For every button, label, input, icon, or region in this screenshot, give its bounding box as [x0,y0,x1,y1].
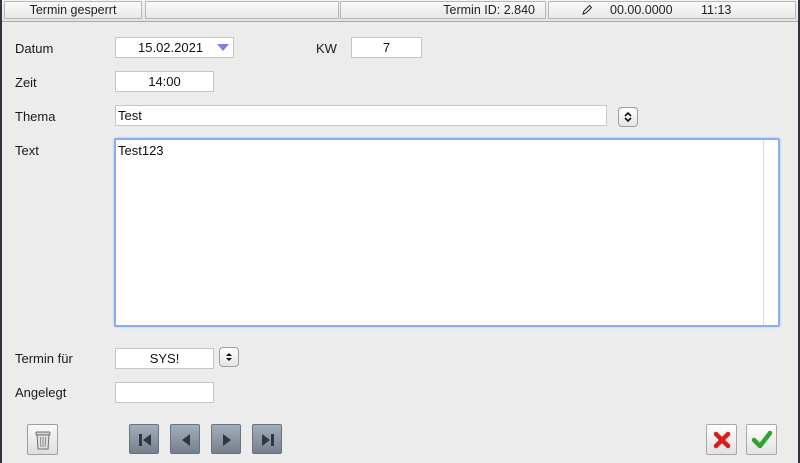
previous-icon [182,434,190,446]
next-record-button[interactable] [211,424,241,454]
status-bar: Termin gesperrt Termin ID: 2.840 00.00.0… [2,0,798,22]
status-appointment-id: Termin ID: 2.840 [340,1,546,19]
datum-label: Datum [15,41,54,56]
window-edge-left [0,0,2,463]
up-down-arrows-icon [624,111,632,123]
skip-first-icon [139,434,151,446]
thema-field[interactable]: Test [115,105,607,126]
thema-stepper[interactable] [618,107,638,127]
up-down-arrows-icon [226,353,232,361]
green-check-icon [751,430,773,449]
kw-label: KW [316,41,337,56]
status-last-edit: 00.00.0000 11:13 [548,1,796,19]
datum-field[interactable]: 15.02.2021 [115,37,234,58]
zeit-label: Zeit [15,75,37,90]
status-empty-segment [145,1,339,19]
termin-fuer-label: Termin für [15,351,73,366]
text-area[interactable]: Test123 [114,138,780,327]
angelegt-label: Angelegt [15,385,67,400]
first-record-button[interactable] [129,424,159,454]
text-content: Test123 [118,143,164,158]
angelegt-field[interactable] [115,382,214,403]
text-scrollbar[interactable] [763,140,778,325]
status-locked: Termin gesperrt [4,1,142,19]
trash-icon [35,431,51,450]
datum-value: 15.02.2021 [138,40,204,55]
last-record-button[interactable] [252,424,282,454]
skip-last-icon [262,434,274,446]
cancel-button[interactable] [706,424,737,455]
confirm-button[interactable] [746,424,777,455]
status-edit-date: 00.00.0000 [610,3,673,17]
termin-fuer-stepper[interactable] [219,347,239,367]
thema-label: Thema [15,109,56,124]
pencil-icon [582,4,593,15]
zeit-field[interactable]: 14:00 [115,71,214,92]
next-icon [223,434,231,446]
triangle-down-icon[interactable] [217,44,229,51]
kw-field[interactable]: 7 [351,37,422,58]
text-label: Text [15,143,39,158]
delete-button[interactable] [27,424,58,455]
status-edit-time: 11:13 [701,3,732,17]
termin-fuer-field[interactable]: SYS! [115,348,214,369]
red-x-icon [713,431,731,449]
previous-record-button[interactable] [170,424,200,454]
